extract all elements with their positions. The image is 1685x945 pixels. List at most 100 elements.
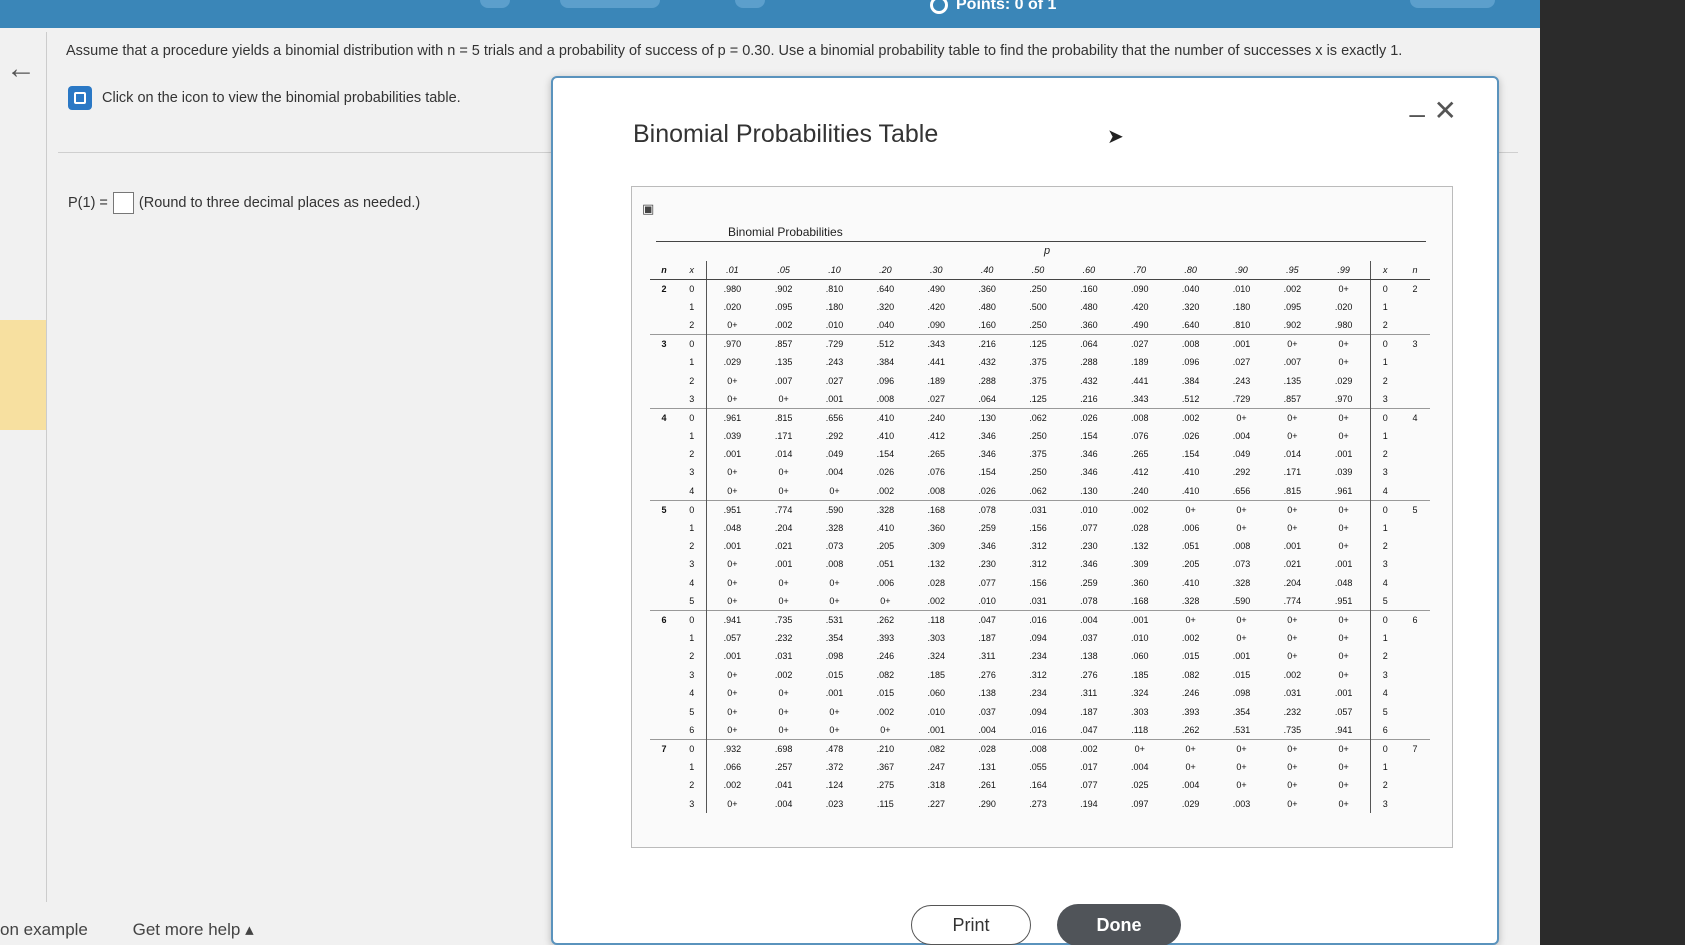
table-cell: .204: [1283, 577, 1302, 588]
table-cell: 0+: [1165, 738, 1217, 758]
table-cell: 0+: [1338, 761, 1349, 772]
help-link[interactable]: Get more help ▴: [133, 920, 254, 939]
table-cell: .961: [706, 407, 759, 427]
table-cell: .410: [876, 522, 895, 533]
table-cell: .171: [774, 430, 793, 441]
table-cell: 0+: [1165, 499, 1217, 519]
table-cell: .002: [876, 485, 895, 496]
table-cell: 0+: [829, 595, 840, 606]
table-cell: .077: [1080, 780, 1098, 791]
table-cell: 0+: [1216, 738, 1267, 758]
table-cell: .064: [978, 393, 996, 404]
table-cell: .055: [1029, 761, 1047, 772]
table-cell: .082: [910, 738, 962, 758]
table-row: 2 0+ .002 .010 .040 .090 .160 .250 .360 .490 .640.…: [650, 316, 1430, 335]
table-cell: .640: [1181, 320, 1200, 331]
table-cell: [1400, 555, 1430, 573]
table-cell: .261: [978, 780, 996, 791]
table-cell: .082: [1181, 669, 1200, 680]
close-button[interactable]: ✕: [1434, 94, 1457, 127]
table-cell: .060: [1130, 651, 1149, 662]
table-cell: 1: [1369, 628, 1400, 648]
table-cell: .029: [723, 357, 742, 368]
topbar-pill[interactable]: [1410, 0, 1495, 8]
table-cell: .016: [1012, 609, 1064, 629]
table-cell: .180: [825, 301, 844, 312]
table-cell: .346: [978, 449, 996, 460]
table-cell: .049: [825, 449, 844, 460]
table-cell: .309: [927, 541, 945, 552]
table-cell: .135: [774, 357, 793, 368]
table-cell: .097: [1130, 798, 1149, 809]
topbar-pill[interactable]: [735, 0, 765, 8]
table-cell: .815: [758, 407, 810, 427]
table-cell: 5: [1400, 499, 1430, 519]
table-cell: 0+: [1236, 761, 1247, 772]
column-header: .20: [859, 261, 911, 280]
book-icon[interactable]: [68, 86, 92, 110]
table-cell: .656: [1232, 485, 1251, 496]
minimize-button[interactable]: –: [1409, 98, 1425, 130]
done-button[interactable]: Done: [1057, 904, 1181, 945]
table-row: 2 .002 .041 .124 .275 .318 .261 .164 .077 .025 .00…: [650, 775, 1430, 795]
table-cell: .001: [1334, 559, 1353, 570]
table-cell: .410: [876, 430, 895, 441]
table-cell: .490: [1130, 320, 1149, 331]
table-cell: .961: [1334, 485, 1353, 496]
table-cell: .039: [723, 430, 742, 441]
table-cell: 0+: [1216, 499, 1267, 519]
table-hint[interactable]: Click on the icon to view the binomial p…: [68, 86, 461, 110]
table-cell: 6: [650, 609, 678, 629]
answer-input[interactable]: [112, 192, 134, 214]
table-cell: 0+: [1317, 278, 1370, 298]
table-cell: .073: [1232, 559, 1251, 570]
table-cell: 7: [1400, 738, 1430, 758]
table-cell: 0+: [1266, 499, 1318, 519]
table-cell: .343: [910, 334, 962, 353]
table-cell: 0+: [727, 577, 738, 588]
table-cell: [650, 574, 678, 592]
table-cell: .004: [1130, 761, 1149, 772]
table-cell: [650, 776, 678, 794]
topbar-pill[interactable]: [480, 0, 510, 8]
table-cell: .047: [961, 609, 1013, 629]
table-cell: .360: [1080, 320, 1098, 331]
answer-note: (Round to three decimal places as needed…: [138, 195, 421, 211]
table-cell: [1400, 427, 1430, 445]
table-cell: .168: [910, 499, 962, 519]
table-cell: .346: [1080, 467, 1098, 478]
table-row: 2 .001 .021 .073 .205 .309 .346 .312 .230 .132 .05…: [650, 536, 1430, 556]
table-cell: .001: [723, 541, 742, 552]
table-cell: 3: [678, 794, 707, 813]
table-cell: 7: [650, 738, 678, 758]
table-cell: .138: [1080, 651, 1098, 662]
table-cell: .312: [1029, 559, 1047, 570]
table-cell: 0+: [778, 688, 789, 699]
table-row: 6 0.941.735.531.262.118.047.016.004.001 0+…: [650, 609, 1430, 629]
table-cell: .393: [876, 633, 895, 643]
table-cell: .154: [876, 449, 895, 460]
back-arrow-icon[interactable]: ←: [6, 52, 36, 86]
table-cell: 0+: [1266, 407, 1318, 427]
column-header: x: [678, 261, 707, 280]
table-cell: 0: [678, 407, 707, 427]
table-cell: 3: [1369, 389, 1400, 409]
table-cell: .015: [1232, 669, 1251, 680]
table-cell: [650, 353, 678, 371]
table-cell: .131: [978, 761, 996, 772]
table-cell: .729: [1232, 393, 1251, 404]
table-cell: .250: [1029, 320, 1047, 331]
table-cell: .031: [1283, 688, 1302, 699]
table-cell: 0+: [778, 467, 789, 478]
table-cell: [1400, 794, 1430, 812]
table-cell: .001: [825, 688, 844, 699]
table-cell: .124: [825, 780, 844, 791]
topbar-pill[interactable]: [560, 0, 660, 8]
example-link[interactable]: on example: [0, 920, 88, 939]
expand-icon[interactable]: ▣: [642, 201, 654, 217]
print-button[interactable]: Print: [911, 905, 1031, 945]
table-cell: 1: [678, 757, 707, 776]
table-cell: 1: [1369, 297, 1400, 317]
table-cell: .292: [825, 430, 844, 441]
table-cell: 4: [1400, 407, 1430, 427]
